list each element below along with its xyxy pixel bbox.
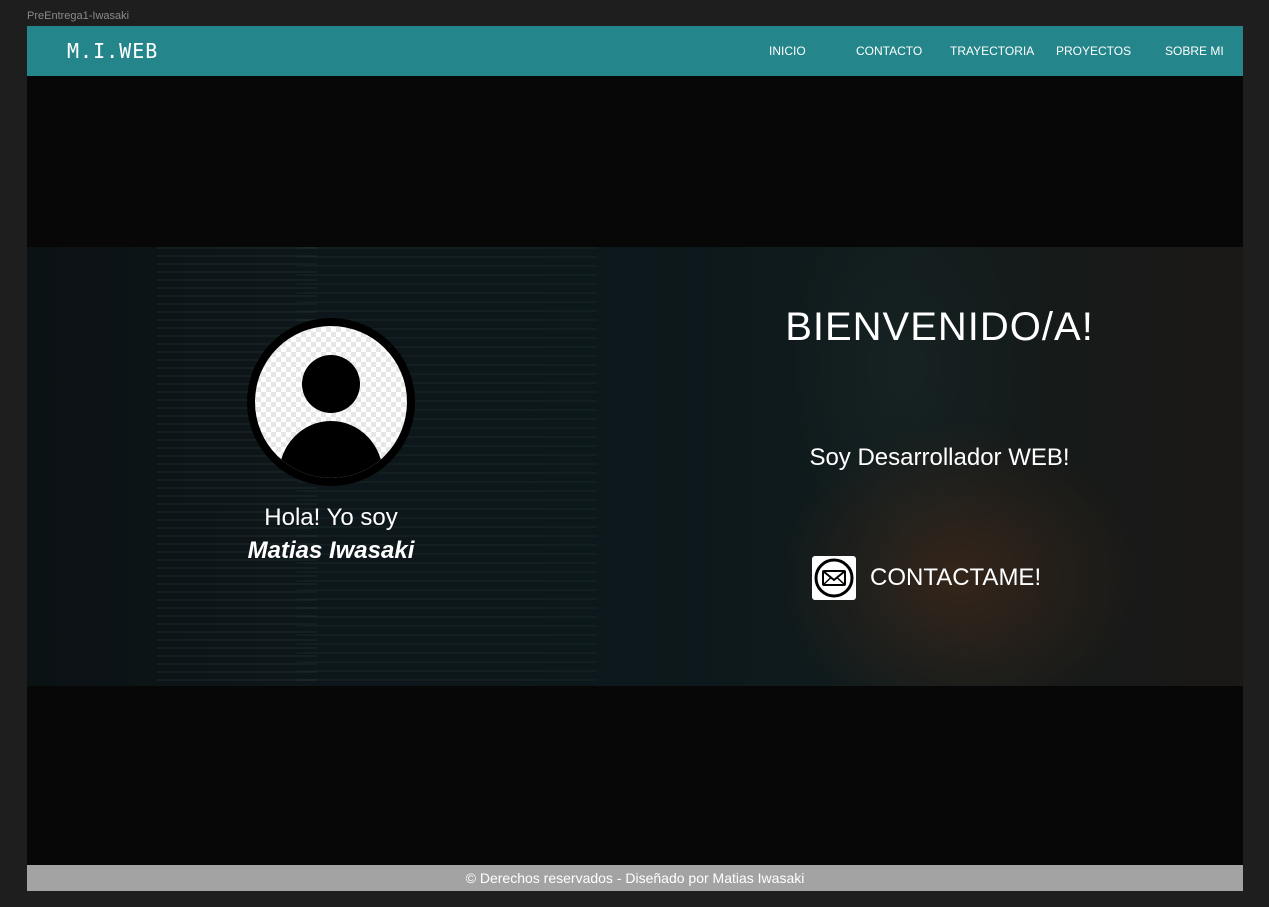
nav-item-inicio[interactable]: INICIO [769,44,806,58]
window-title: PreEntrega1-Iwasaki [27,10,130,22]
envelope-icon [812,556,856,600]
user-avatar-icon [246,317,416,487]
footer-text: © Derechos reservados - Diseñado por Mat… [465,870,805,886]
hero-tagline: Soy Desarrollador WEB! [809,444,1070,471]
hero-banner: Hola! Yo soy Matias Iwasaki BIENVENIDO/A… [27,247,1243,686]
site-logo[interactable]: M.I.WEB [67,39,158,63]
nav-item-trayectoria[interactable]: TRAYECTORIA [950,44,1034,58]
hero-welcome-title: BIENVENIDO/A! [785,305,1094,349]
navbar: M.I.WEB INICIO CONTACTO TRAYECTORIA PROY… [27,26,1243,76]
hero-name: Matias Iwasaki [247,537,415,564]
contact-button[interactable]: CONTACTAME! [812,556,1041,600]
page-frame: M.I.WEB INICIO CONTACTO TRAYECTORIA PROY… [27,26,1243,891]
nav-item-contacto[interactable]: CONTACTO [856,44,922,58]
nav-item-sobre-mi[interactable]: SOBRE MI [1165,44,1224,58]
hero-greeting: Hola! Yo soy [264,504,398,531]
nav-item-proyectos[interactable]: PROYECTOS [1056,44,1131,58]
footer: © Derechos reservados - Diseñado por Mat… [27,865,1243,891]
contact-button-label: CONTACTAME! [870,564,1042,591]
